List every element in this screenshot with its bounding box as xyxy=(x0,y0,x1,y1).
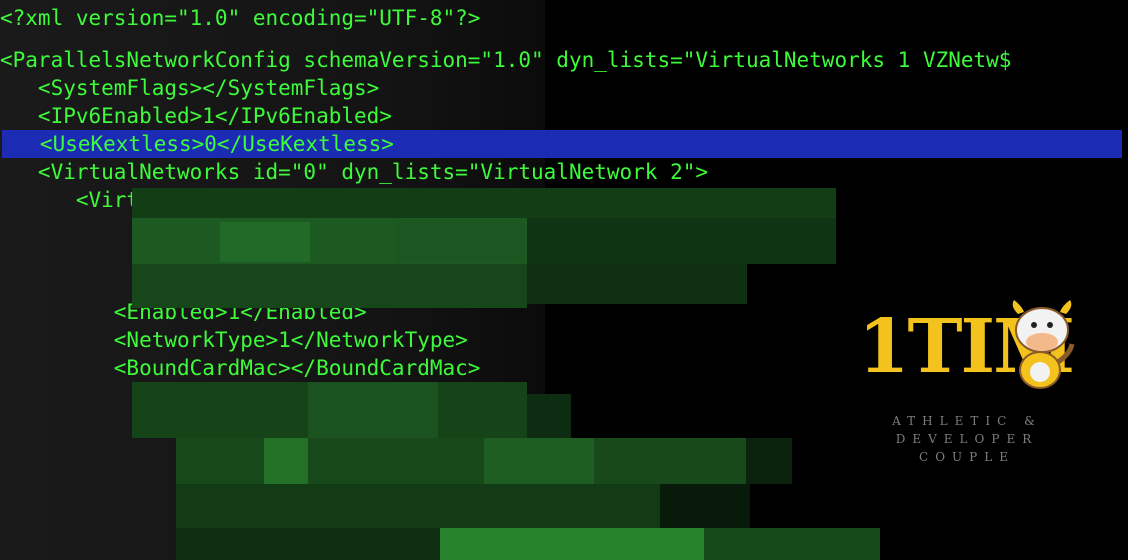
editor-line-10[interactable]: <BoundCardMac></BoundCardMac> xyxy=(0,354,481,382)
editor-line-6[interactable]: <VirtualNetworks id="0" dyn_lists="Virtu… xyxy=(0,158,708,186)
editor-line-8[interactable]: <Enabled>1</Enabled> xyxy=(0,298,367,326)
tagline-line-3: COUPLE xyxy=(919,450,1015,464)
editor-line-4[interactable]: <IPv6Enabled>1</IPv6Enabled> xyxy=(0,102,392,130)
editor-line-2[interactable]: <ParallelsNetworkConfig schemaVersion="1… xyxy=(0,46,1011,74)
tagline-line-2: DEVELOPER xyxy=(895,432,1039,446)
terminal-editor[interactable]: <?xml version="1.0" encoding="UTF-8"?> <… xyxy=(0,0,1128,560)
watermark-logo: 1TIM ATHLETIC & DEVELOPER COUPLE xyxy=(850,292,1090,472)
editor-line-9[interactable]: <NetworkType>1</NetworkType> xyxy=(0,326,468,354)
tagline-line-1: ATHLETIC & xyxy=(892,414,1042,428)
cow-mascot-icon xyxy=(1012,300,1075,389)
editor-line-7[interactable]: <VirtualNetwork id="0" dyn_lists="VZVirt… xyxy=(0,186,670,214)
editor-line-1[interactable]: <?xml version="1.0" encoding="UTF-8"?> xyxy=(0,4,480,32)
editor-line-3[interactable]: <SystemFlags></SystemFlags> xyxy=(0,74,379,102)
editor-line-5-selected[interactable]: <UseKextless>0</UseKextless> xyxy=(2,130,1122,158)
